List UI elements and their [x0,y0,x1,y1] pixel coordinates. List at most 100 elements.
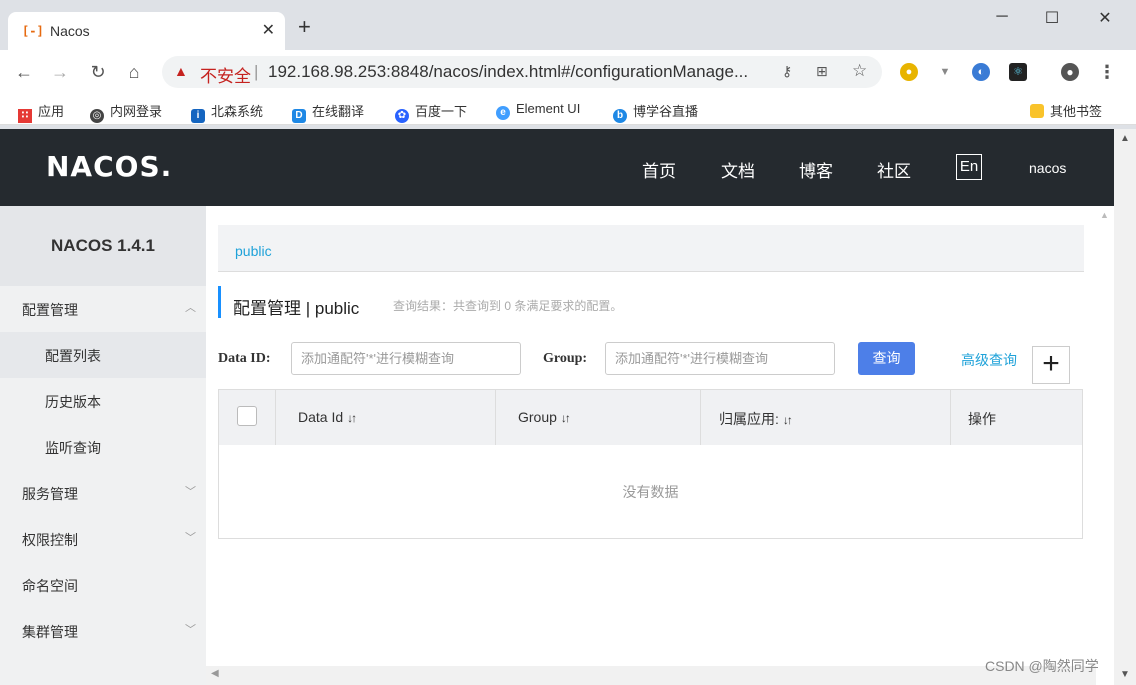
address-bar[interactable]: ▲ 不安全 | 192.168.98.253:8848/nacos/index.… [162,56,882,88]
bookmark-item[interactable]: ◎ 内网登录 [90,101,162,123]
add-config-button[interactable]: + [1032,346,1070,384]
sort-icon[interactable]: ↓↑ [783,413,793,427]
chevron-up-icon: ︿ [185,302,196,314]
column-app[interactable]: 归属应用: ↓↑ [701,390,951,445]
group-input[interactable]: 添加通配符'*'进行模糊查询 [605,342,835,375]
nav-home[interactable]: 首页 [642,157,676,182]
main-content: public 配置管理 | public 查询结果：共查询到 0 条满足要求的配… [206,206,1096,666]
forward-icon[interactable]: → [48,61,72,83]
title-accent [218,286,221,318]
tab-title: Nacos [50,23,90,39]
home-icon[interactable]: ⌂ [122,61,146,83]
sidebar-item-label: 权限控制 [22,532,78,548]
config-table: Data Id ↓↑ Group ↓↑ 归属应用: ↓↑ 操作 没有数据 [218,389,1083,539]
close-window-icon[interactable]: ✕ [1093,8,1117,28]
reload-icon[interactable]: ↻ [86,61,110,83]
bookmark-item[interactable]: e Element UI [496,101,580,120]
new-tab-button[interactable]: + [298,16,311,38]
select-all-checkbox[interactable] [237,406,257,426]
profile-icon[interactable]: ● [1061,63,1079,81]
bookmark-item[interactable]: D 在线翻译 [292,101,364,123]
bookmark-item[interactable]: i 北森系统 [191,101,263,123]
watermark: CSDN @陶然同学 [985,658,1099,674]
sidebar-item-config-management[interactable]: 配置管理 ︿ [0,286,206,332]
chevron-down-icon: ﹀ [185,486,196,498]
warning-icon: ▲ [174,63,188,79]
react-devtools-icon[interactable]: ⚛ [1009,63,1027,81]
paw-icon: ✿ [395,109,409,123]
data-id-input[interactable]: 添加通配符'*'进行模糊查询 [291,342,521,375]
chevron-down-icon: ﹀ [185,532,196,544]
table-header: Data Id ↓↑ Group ↓↑ 归属应用: ↓↑ 操作 [219,390,1082,445]
bookmark-apps[interactable]: ∷ 应用 [18,101,64,123]
nav-blog[interactable]: 博客 [799,157,833,182]
insecure-label: 不安全 [200,67,251,86]
query-button[interactable]: 查询 [858,342,915,375]
select-all-cell [219,390,276,445]
page-scrollbar[interactable]: ▲ ▼ [1114,129,1136,685]
horizontal-scrollbar[interactable]: ◀ [206,666,1096,685]
apps-grid-icon: ∷ [18,109,32,123]
chevron-down-icon: ﹀ [185,624,196,636]
extension-icon[interactable]: ◐ [972,63,990,81]
language-switch-button[interactable]: En [956,154,982,180]
column-data-id[interactable]: Data Id ↓↑ [276,390,496,445]
bookmark-item[interactable]: ✿ 百度一下 [395,101,467,123]
scroll-down-icon[interactable]: ▼ [1120,669,1130,680]
key-icon[interactable]: ⚷ [782,63,792,80]
url-text[interactable]: 192.168.98.253:8848/nacos/index.html#/co… [268,62,748,82]
element-ui-icon: e [496,106,510,120]
empty-state-text: 没有数据 [622,484,679,500]
minimize-icon[interactable]: ─ [990,8,1014,26]
user-menu[interactable]: nacos [1029,160,1066,176]
column-actions: 操作 [968,411,996,427]
nacos-logo[interactable]: NACOS. [46,150,172,183]
group-label: Group: [543,351,588,366]
browser-tabstrip: [-] Nacos ✕ + ─ ☐ ✕ [0,0,1136,50]
sidebar-item-label: 服务管理 [22,486,78,502]
nav-community[interactable]: 社区 [877,157,911,182]
page-title: 配置管理 | public [233,299,360,318]
breadcrumb-namespace[interactable]: public [235,243,272,259]
folder-icon [1030,104,1044,118]
browser-tab[interactable]: [-] Nacos ✕ [8,12,285,50]
other-bookmarks[interactable]: 其他书签 [1030,101,1102,120]
advanced-query-link[interactable]: 高级查询 [961,350,1017,370]
tab-close-icon[interactable]: ✕ [262,20,275,40]
sidebar-item-access-control[interactable]: 权限控制 ﹀ [0,516,206,562]
vue-devtools-icon[interactable]: ▼ [936,63,954,81]
column-group[interactable]: Group ↓↑ [496,390,701,445]
extension-icon[interactable]: ● [900,63,918,81]
content-scrollbar[interactable]: ▲ [1096,206,1114,685]
data-id-label: Data ID: [218,351,271,366]
menu-icon[interactable]: ⋮ [1095,61,1119,83]
back-icon[interactable]: ← [12,61,36,83]
query-result-text: 查询结果：共查询到 0 条满足要求的配置。 [393,299,623,313]
star-icon[interactable]: ☆ [852,61,867,81]
b-logo-icon: b [613,109,627,123]
translate-icon[interactable]: ⊞ [816,63,828,80]
sidebar-title: NACOS 1.4.1 [0,206,206,286]
sort-icon[interactable]: ↓↑ [347,411,357,425]
sidebar-item-namespace[interactable]: 命名空间 [0,562,206,608]
sort-icon[interactable]: ↓↑ [561,411,571,425]
top-navbar: NACOS. 首页 文档 博客 社区 En nacos [0,129,1114,206]
scroll-up-icon[interactable]: ▲ [1100,210,1109,220]
sidebar-item-cluster-management[interactable]: 集群管理 ﹀ [0,608,206,654]
sidebar-item-history[interactable]: 历史版本 [0,378,206,424]
nav-docs[interactable]: 文档 [721,157,755,182]
bookmark-item[interactable]: b 博学谷直播 [613,101,698,123]
bookmarks-bar: ∷ 应用 ◎ 内网登录 i 北森系统 D 在线翻译 ✿ 百度一下 e Element UI … [0,95,1136,125]
scroll-up-icon[interactable]: ▲ [1120,133,1130,144]
sidebar-item-label: 集群管理 [22,624,78,640]
sidebar: NACOS 1.4.1 配置管理 ︿ 配置列表 历史版本 监听查询 服务管理 ﹀… [0,206,206,685]
sidebar-item-service-management[interactable]: 服务管理 ﹀ [0,470,206,516]
sidebar-item-label: 监听查询 [45,440,101,456]
scroll-left-icon[interactable]: ◀ [211,668,219,679]
sidebar-item-label: 历史版本 [45,394,101,410]
sidebar-item-config-list[interactable]: 配置列表 [0,332,206,378]
nacos-favicon-icon: [-] [22,24,44,38]
sidebar-item-listener-query[interactable]: 监听查询 [0,424,206,470]
sidebar-item-label: 命名空间 [22,578,78,594]
maximize-icon[interactable]: ☐ [1040,8,1064,28]
